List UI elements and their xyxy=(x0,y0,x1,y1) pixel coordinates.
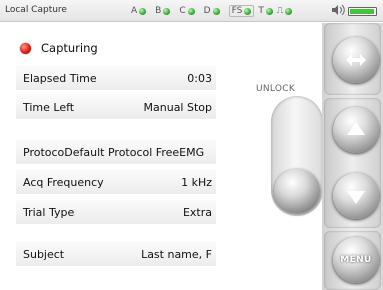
arrow-up-icon xyxy=(347,122,365,135)
app-title: Local Capture xyxy=(5,5,67,15)
switch-button[interactable] xyxy=(333,37,379,83)
elapsed-time-row: Elapsed Time 0:03 xyxy=(16,66,216,90)
indicator-label: C xyxy=(179,6,186,16)
recording-led-icon xyxy=(20,42,31,54)
field-label: Acq Frequency xyxy=(23,175,104,189)
indicator-b: B xyxy=(155,6,171,16)
status-led-icon xyxy=(139,7,147,15)
status-led-icon xyxy=(187,7,195,15)
status-bar: Local Capture A B C D FS T ⎍ xyxy=(0,0,383,22)
field-label: Elapsed Time xyxy=(23,71,97,85)
indicator-c: C xyxy=(179,6,195,16)
field-value: 1 kHz xyxy=(181,175,212,189)
up-button[interactable] xyxy=(333,107,379,153)
trial-type-row[interactable]: Trial Type Extra xyxy=(16,200,216,224)
switch-arrows-icon xyxy=(346,54,366,66)
status-led-icon xyxy=(244,7,252,15)
unlock-knob[interactable] xyxy=(274,169,320,213)
indicator-sync: ⎍ xyxy=(276,6,293,16)
field-value: 0:03 xyxy=(187,71,212,85)
field-value: Default Protocol FreeEMG xyxy=(64,145,205,159)
menu-button[interactable]: MENU xyxy=(333,237,379,283)
indicator-t: T xyxy=(258,6,273,16)
status-led-icon xyxy=(212,7,220,15)
indicator-label: ⎍ xyxy=(276,6,284,16)
field-value: Last name, F xyxy=(141,247,212,261)
indicator-label: A xyxy=(131,6,138,16)
indicator-fs: FS xyxy=(228,5,255,17)
indicator-label: FS xyxy=(231,6,243,16)
capture-status: Capturing xyxy=(20,41,98,55)
status-led-icon xyxy=(163,7,171,15)
field-label: Subject xyxy=(23,247,65,261)
indicator-label: T xyxy=(258,6,264,16)
indicator-label: D xyxy=(203,6,211,16)
speaker-icon xyxy=(331,4,345,18)
field-value: Extra xyxy=(182,205,212,219)
field-label: Trial Type xyxy=(23,205,75,219)
subject-row[interactable]: Subject Last name, F xyxy=(16,242,216,266)
unlock-label: UNLOCK xyxy=(256,84,296,94)
arrow-down-icon xyxy=(347,191,365,204)
status-led-icon xyxy=(265,7,273,15)
channel-indicators: A B C D FS T ⎍ xyxy=(131,3,296,19)
battery-level xyxy=(350,9,374,14)
side-button-bar: MENU xyxy=(322,23,383,290)
menu-label: MENU xyxy=(340,255,372,265)
capture-state-label: Capturing xyxy=(41,41,98,55)
unlock-slider[interactable] xyxy=(271,96,323,216)
indicator-a: A xyxy=(131,6,147,16)
field-label: Protoco xyxy=(23,145,65,159)
battery-icon xyxy=(348,7,377,16)
field-value: Manual Stop xyxy=(143,100,212,114)
acq-frequency-row[interactable]: Acq Frequency 1 kHz xyxy=(16,170,216,194)
time-left-row: Time Left Manual Stop xyxy=(16,95,216,119)
protocol-row[interactable]: Protoco Default Protocol FreeEMG xyxy=(16,140,216,164)
field-label: Time Left xyxy=(23,100,75,114)
indicator-label: B xyxy=(155,6,162,16)
status-led-icon xyxy=(285,7,293,15)
indicator-d: D xyxy=(204,6,220,16)
down-button[interactable] xyxy=(333,173,379,219)
